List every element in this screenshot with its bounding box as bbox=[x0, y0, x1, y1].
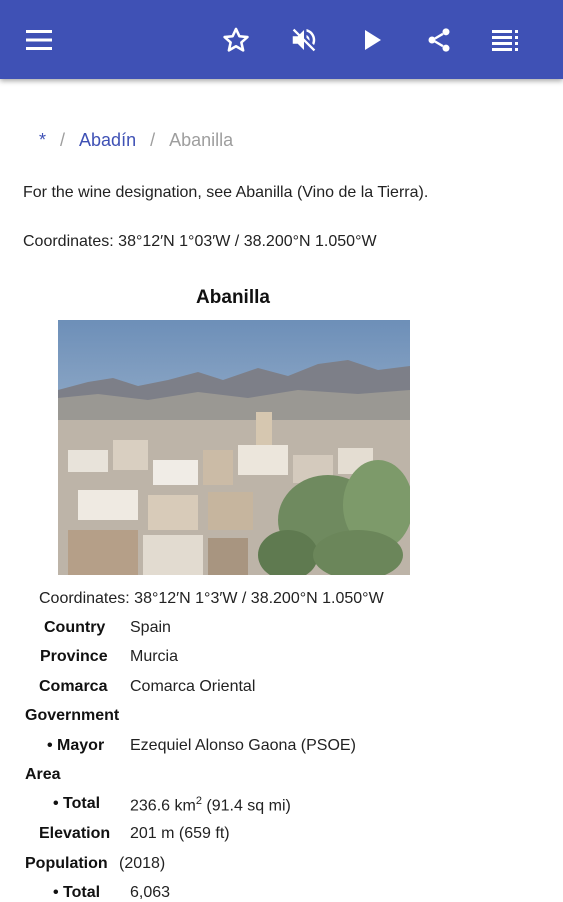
comarca-label[interactable]: Comarca bbox=[39, 678, 107, 696]
breadcrumb-parent[interactable]: Abadín bbox=[79, 130, 136, 151]
elevation-label: Elevation bbox=[39, 825, 111, 842]
breadcrumb-home[interactable]: * bbox=[39, 130, 46, 151]
population-total-value: 6,063 bbox=[130, 884, 171, 901]
share-button[interactable] bbox=[419, 20, 459, 60]
breadcrumb: * / Abadín / Abanilla bbox=[39, 128, 233, 152]
mayor-value: Ezequiel Alonso Gaona (PSOE) bbox=[130, 737, 356, 754]
mayor-label[interactable]: • Mayor bbox=[47, 737, 104, 755]
star-outline-icon bbox=[223, 27, 249, 52]
area-total-label: • Total bbox=[53, 795, 101, 812]
area-total-imperial: (91.4 sq mi) bbox=[201, 797, 291, 815]
play-button[interactable] bbox=[352, 20, 392, 60]
population-label: Population bbox=[25, 855, 108, 872]
government-label: Government bbox=[25, 707, 120, 724]
population-year: (2018) bbox=[119, 855, 166, 872]
breadcrumb-separator: / bbox=[150, 129, 156, 150]
area-total-number: 236.6 km bbox=[130, 797, 196, 815]
infobox-title: Abanilla bbox=[196, 287, 270, 308]
mute-button[interactable] bbox=[284, 20, 324, 60]
volume-off-icon bbox=[292, 28, 316, 52]
menu-button[interactable] bbox=[20, 20, 60, 60]
elevation-value: 201 m (659 ft) bbox=[130, 825, 230, 842]
population-total-label: • Total bbox=[53, 884, 101, 901]
comarca-value[interactable]: Comarca Oriental bbox=[130, 678, 255, 696]
play-icon bbox=[365, 30, 381, 50]
share-icon bbox=[428, 28, 450, 52]
menu-icon bbox=[26, 30, 52, 50]
area-total-value: 236.6 km2 (91.4 sq mi) bbox=[130, 795, 291, 815]
favorite-button[interactable] bbox=[216, 20, 256, 60]
breadcrumb-current: Abanilla bbox=[169, 129, 234, 150]
article-coordinates: Coordinates: 38°12′N 1°03′W / 38.200°N 1… bbox=[23, 233, 377, 250]
list-icon bbox=[492, 30, 518, 51]
infobox-coordinates: Coordinates: 38°12′N 1°3′W / 38.200°N 1.… bbox=[39, 590, 384, 607]
app-bar bbox=[0, 0, 563, 79]
province-value[interactable]: Murcia bbox=[130, 648, 178, 666]
hatnote: For the wine designation, see Abanilla (… bbox=[23, 184, 429, 201]
contents-button[interactable] bbox=[486, 20, 526, 60]
province-label: Province bbox=[40, 648, 108, 665]
country-value[interactable]: Spain bbox=[130, 619, 171, 637]
breadcrumb-separator: / bbox=[60, 129, 66, 150]
area-label: Area bbox=[25, 766, 61, 783]
town-photo[interactable] bbox=[58, 320, 410, 575]
country-label: Country bbox=[44, 619, 106, 636]
